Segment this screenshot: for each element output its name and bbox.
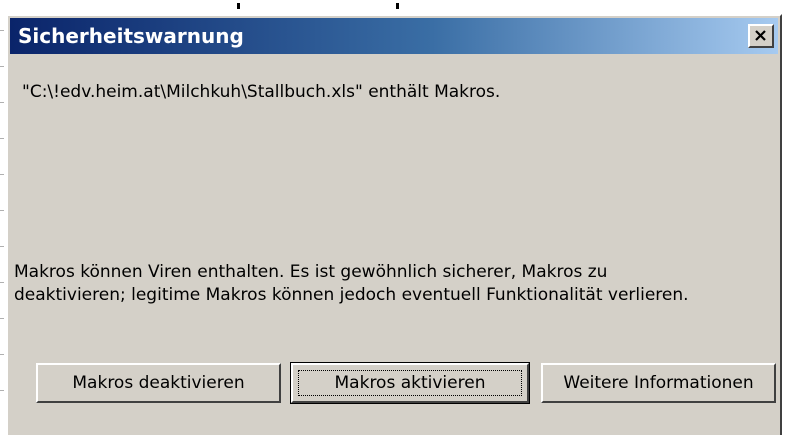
- file-macro-message: "C:\!edv.heim.at\Milchkuh\Stallbuch.xls"…: [22, 82, 501, 102]
- background-mark: [396, 3, 399, 9]
- dialog-title: Sicherheitswarnung: [18, 24, 244, 48]
- close-icon: [755, 30, 766, 41]
- more-info-button[interactable]: Weitere Informationen: [541, 363, 776, 403]
- close-button[interactable]: [748, 24, 774, 48]
- background-gridline: [0, 246, 4, 247]
- deactivate-macros-label: Makros deaktivieren: [72, 373, 245, 393]
- background-gridline: [0, 390, 4, 391]
- activate-macros-label: Makros aktivieren: [334, 373, 486, 393]
- background-gridline: [0, 102, 4, 103]
- background-gridline: [0, 66, 4, 67]
- security-warning-dialog: Sicherheitswarnung "C:\!edv.heim.at\Milc…: [6, 14, 782, 435]
- background-mark: [237, 3, 240, 9]
- background-gridline: [0, 174, 4, 175]
- background-gridline: [0, 354, 4, 355]
- deactivate-macros-button[interactable]: Makros deaktivieren: [36, 363, 281, 403]
- virus-warning-line: deaktivieren; legitime Makros können jed…: [14, 285, 689, 305]
- background-gridline: [0, 318, 4, 319]
- background-gridline: [0, 30, 4, 31]
- virus-warning-line: Makros können Viren enthalten. Es ist ge…: [14, 262, 608, 282]
- virus-warning-message: Makros können Viren enthalten. Es ist ge…: [14, 261, 689, 307]
- background-gridline: [0, 210, 4, 211]
- background-gridline: [0, 138, 4, 139]
- activate-macros-button[interactable]: Makros aktivieren: [290, 362, 530, 404]
- background-gridline: [0, 282, 4, 283]
- title-bar[interactable]: Sicherheitswarnung: [10, 18, 778, 54]
- more-info-label: Weitere Informationen: [563, 373, 754, 393]
